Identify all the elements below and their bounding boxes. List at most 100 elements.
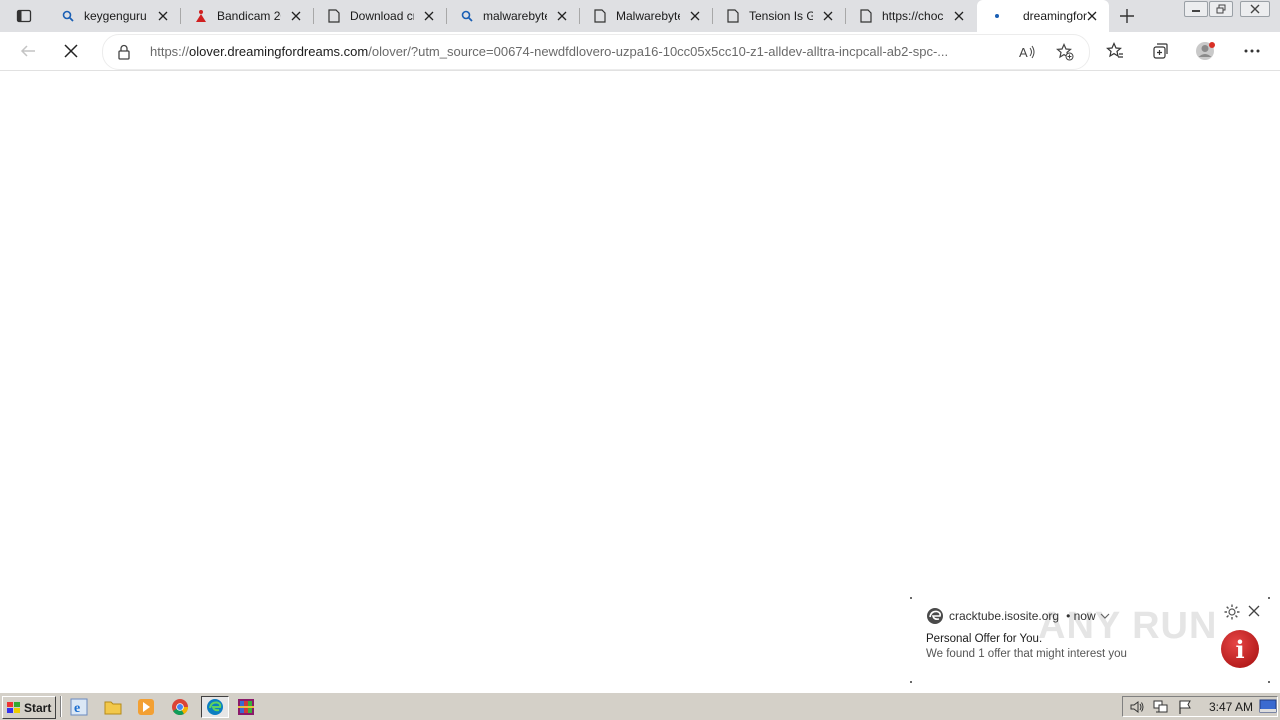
tab-strip: keygenguru Bandicam 20 Download cr malwa…	[0, 0, 1280, 32]
system-tray: 3:47 AM	[1122, 696, 1278, 717]
lock-icon[interactable]	[117, 44, 133, 60]
stop-loading-button[interactable]	[56, 36, 86, 66]
add-favorite-icon[interactable]	[1056, 43, 1074, 66]
media-player-icon	[138, 699, 154, 715]
bandicam-icon	[193, 8, 209, 24]
edge-taskbar-button[interactable]	[201, 696, 229, 718]
loading-dot-icon	[989, 8, 1005, 24]
ie-quicklaunch[interactable]: e	[67, 696, 91, 718]
tab-malwarebytes[interactable]: Malwarebyte	[580, 0, 712, 32]
close-tab-icon[interactable]	[422, 9, 436, 23]
notification-body: We found 1 offer that might interest you	[926, 648, 1127, 660]
page-icon	[858, 8, 874, 24]
page-icon	[725, 8, 741, 24]
read-aloud-icon[interactable]: A	[1018, 43, 1036, 66]
close-window-button[interactable]	[1240, 1, 1270, 17]
collections-icon	[1153, 43, 1168, 59]
svg-text:A: A	[1019, 45, 1028, 60]
page-icon	[326, 8, 342, 24]
notification-source: cracktube.isosite.org • now	[926, 607, 1110, 625]
close-tab-icon[interactable]	[688, 9, 702, 23]
restore-icon	[1216, 4, 1226, 14]
page-icon	[592, 8, 608, 24]
tab-title: dreamingfor	[1023, 9, 1087, 23]
windows-logo-icon	[7, 701, 20, 713]
notification-time: • now	[1066, 609, 1096, 623]
tab-title: Download cr	[350, 9, 414, 23]
show-desktop-icon[interactable]	[1259, 699, 1277, 720]
chevron-down-icon[interactable]	[1100, 612, 1110, 620]
internet-explorer-icon: e	[70, 698, 88, 716]
back-button[interactable]	[13, 36, 43, 66]
minimize-icon	[1192, 10, 1200, 12]
clock[interactable]: 3:47 AM	[1209, 700, 1253, 714]
collections-button[interactable]	[1145, 36, 1175, 66]
volume-icon[interactable]	[1129, 699, 1145, 720]
close-tab-icon[interactable]	[555, 9, 569, 23]
tab-title: Malwarebyte	[616, 9, 680, 23]
close-tab-icon[interactable]	[952, 9, 966, 23]
chrome-icon	[172, 699, 189, 716]
close-tab-icon[interactable]	[1085, 9, 1099, 23]
edge-icon	[207, 699, 223, 715]
corner-mark	[910, 597, 912, 599]
address-bar[interactable]: https://olover.dreamingfordreams.com/olo…	[102, 34, 1090, 70]
tab-bandicam[interactable]: Bandicam 20	[181, 0, 313, 32]
media-player-quicklaunch[interactable]	[134, 696, 158, 718]
favorites-button[interactable]	[1100, 36, 1130, 66]
tab-choc[interactable]: https://choc	[846, 0, 976, 32]
taskbar-divider	[60, 696, 62, 717]
search-icon	[60, 8, 76, 24]
url-prefix: https://	[150, 44, 190, 59]
close-tab-icon[interactable]	[821, 9, 835, 23]
close-tab-icon[interactable]	[289, 9, 303, 23]
taskbar: Start e 3:47 AM	[0, 692, 1280, 720]
chrome-quicklaunch[interactable]	[168, 696, 192, 718]
close-tab-icon[interactable]	[156, 9, 170, 23]
notification-site: cracktube.isosite.org	[949, 609, 1060, 623]
tab-title: Bandicam 20	[217, 9, 281, 23]
back-arrow-icon	[20, 45, 35, 57]
tab-dreamingfordreams[interactable]: dreamingfor	[977, 0, 1109, 32]
new-tab-button[interactable]	[1116, 5, 1138, 27]
tab-malwarebytes-search[interactable]: malwarebyte	[447, 0, 579, 32]
close-icon	[1250, 4, 1260, 14]
minimize-button[interactable]	[1184, 1, 1208, 17]
notification-title: Personal Offer for You.	[926, 633, 1043, 645]
notification-toast[interactable]: ANY RUN cracktube.isosite.org • now Pers…	[910, 597, 1270, 683]
tab-actions-icon	[16, 9, 32, 23]
edge-logo-icon	[927, 608, 943, 624]
favorites-icon	[1106, 42, 1123, 58]
tab-actions-button[interactable]	[8, 4, 40, 28]
search-icon	[459, 8, 475, 24]
tab-title: https://choc	[882, 9, 944, 23]
stop-x-icon	[64, 44, 78, 58]
svg-text:e: e	[74, 701, 80, 716]
plus-icon	[1120, 9, 1134, 23]
more-dots-icon	[1244, 49, 1260, 53]
url-path: /olover/?utm_source=00674-newdfdlovero-u…	[368, 44, 949, 59]
profile-button[interactable]	[1191, 36, 1221, 66]
winrar-icon	[238, 699, 254, 715]
tab-title: keygenguru	[84, 9, 147, 23]
corner-mark	[1268, 597, 1270, 599]
explorer-quicklaunch[interactable]	[101, 696, 125, 718]
tab-tension[interactable]: Tension Is Gr	[713, 0, 845, 32]
action-center-flag-icon[interactable]	[1177, 699, 1193, 720]
start-button[interactable]: Start	[2, 696, 56, 719]
settings-more-button[interactable]	[1237, 36, 1267, 66]
start-label: Start	[24, 700, 52, 715]
corner-mark	[1268, 681, 1270, 683]
gear-icon[interactable]	[1223, 603, 1241, 621]
close-icon[interactable]	[1248, 604, 1264, 620]
tab-download[interactable]: Download cr	[314, 0, 446, 32]
corner-mark	[910, 681, 912, 683]
tab-title: malwarebyte	[483, 9, 547, 23]
winrar-taskbar-button[interactable]	[234, 696, 258, 718]
avatar-icon	[1196, 42, 1215, 60]
tab-title: Tension Is Gr	[749, 9, 813, 23]
tab-keygenguru[interactable]: keygenguru	[48, 0, 180, 32]
network-icon[interactable]	[1153, 699, 1169, 720]
restore-button[interactable]	[1209, 1, 1233, 17]
url-text[interactable]: https://olover.dreamingfordreams.com/olo…	[150, 44, 1016, 59]
